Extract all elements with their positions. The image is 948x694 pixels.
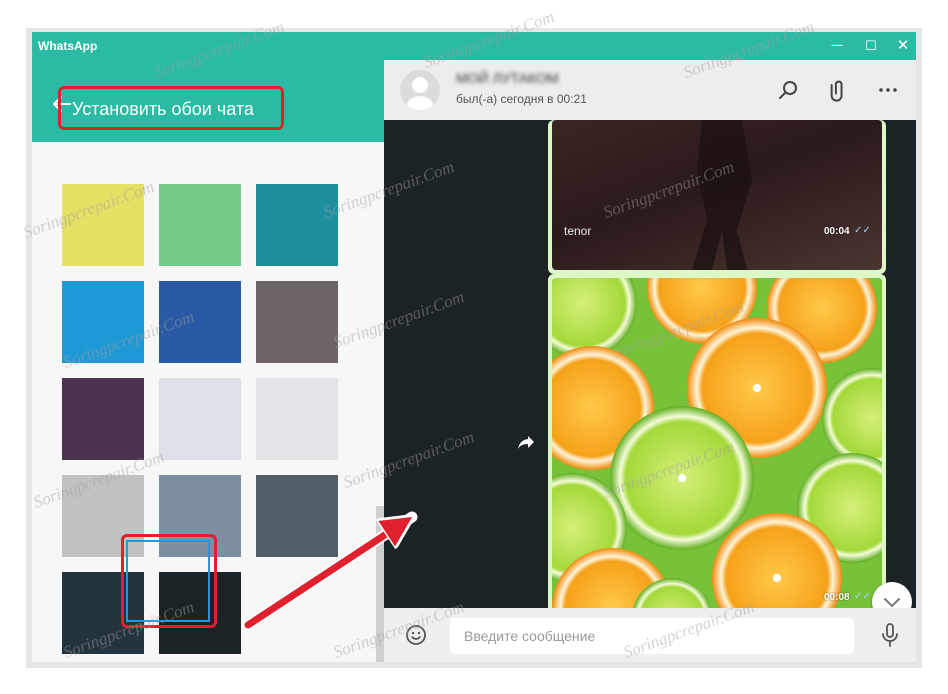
chat-panel: МОЙ ЛУТАКОМ был(-а) сегодня в 00:21 teno… — [384, 60, 916, 662]
wallpaper-swatch[interactable] — [159, 378, 241, 460]
wallpaper-swatch[interactable] — [62, 281, 144, 363]
gif-preview: tenor 00:04 ✓✓ — [552, 120, 882, 270]
close-button[interactable]: ✕ — [886, 32, 916, 60]
citrus-slices-picture — [552, 278, 882, 610]
chat-header[interactable]: МОЙ ЛУТАКОМ был(-а) сегодня в 00:21 — [384, 60, 916, 120]
read-ticks-icon: ✓✓ — [854, 225, 871, 236]
wallpaper-swatch[interactable] — [159, 184, 241, 266]
citrus-image: 00:08 ✓✓ — [552, 278, 882, 610]
app-title: WhatsApp — [38, 39, 98, 53]
avatar[interactable] — [400, 70, 440, 110]
title-bar[interactable]: WhatsApp ─ ☐ ✕ — [32, 32, 916, 60]
panel-title: Установить обои чата — [72, 99, 254, 119]
microphone-icon[interactable] — [878, 622, 902, 648]
forward-icon[interactable] — [514, 430, 538, 454]
search-icon[interactable] — [776, 78, 800, 102]
compose-bar — [384, 608, 916, 662]
gif-figure-image — [692, 120, 752, 270]
attach-icon[interactable] — [826, 78, 850, 102]
wallpaper-swatch[interactable] — [256, 378, 338, 460]
message-time: 00:08 — [824, 592, 850, 603]
read-ticks-icon: ✓✓ — [854, 591, 871, 602]
image-message[interactable]: 00:08 ✓✓ — [548, 274, 886, 614]
wallpaper-swatch[interactable] — [256, 184, 338, 266]
minimize-button[interactable]: ─ — [820, 32, 854, 60]
annotation-arrow-icon — [242, 511, 418, 631]
wallpaper-swatch[interactable] — [159, 281, 241, 363]
contact-name[interactable]: МОЙ ЛУТАКОМ — [456, 70, 559, 86]
wallpaper-swatch[interactable] — [62, 184, 144, 266]
message-input[interactable] — [450, 618, 854, 654]
gif-source-label: tenor — [564, 224, 592, 238]
wallpaper-swatch[interactable] — [256, 281, 338, 363]
default-avatar-icon — [406, 77, 434, 110]
maximize-button[interactable]: ☐ — [854, 32, 888, 60]
contact-status: был(-а) сегодня в 00:21 — [456, 92, 587, 106]
menu-icon[interactable] — [876, 78, 900, 102]
gif-message[interactable]: tenor 00:04 ✓✓ — [548, 120, 886, 274]
message-time: 00:04 — [824, 226, 850, 237]
wallpaper-swatch[interactable] — [62, 378, 144, 460]
selected-swatch-outline — [126, 540, 210, 622]
